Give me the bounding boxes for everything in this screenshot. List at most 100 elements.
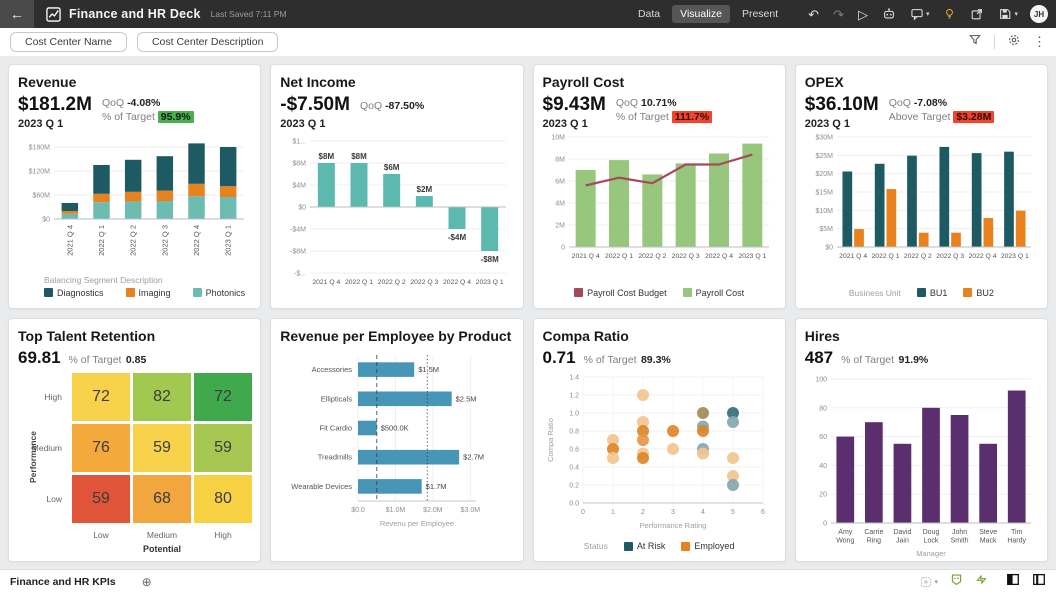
layout-left-icon bbox=[1007, 573, 1019, 586]
heatmap-grid: 72 82 72 76 59 59 59 68 80 High Medium Low Low Medium… bbox=[18, 371, 252, 557]
heatmap-cell[interactable]: 59 bbox=[72, 474, 130, 523]
robot-icon bbox=[884, 8, 894, 19]
comment-button[interactable]: ▾ bbox=[910, 7, 929, 21]
svg-text:$25M: $25M bbox=[815, 153, 833, 160]
qoq-value: -87.50% bbox=[385, 100, 425, 112]
run-button[interactable]: ▷ bbox=[858, 8, 868, 21]
filter-button[interactable] bbox=[968, 33, 982, 52]
filter-cost-center-name[interactable]: Cost Center Name bbox=[10, 32, 127, 52]
svg-text:$8M: $8M bbox=[319, 152, 335, 161]
theme-button[interactable] bbox=[950, 573, 963, 591]
grid-options-button[interactable]: ▾ bbox=[920, 576, 938, 588]
assist-button[interactable] bbox=[975, 573, 988, 591]
legend-item: Diagnostics bbox=[44, 288, 104, 298]
back-button[interactable]: ← bbox=[0, 0, 34, 28]
hires-chart[interactable]: 0 20 40 60 80 100 Amy Wong Carrie Ring David Jain Do… bbox=[805, 371, 1038, 562]
divider bbox=[994, 35, 995, 49]
heatmap-cell[interactable]: 80 bbox=[194, 474, 252, 523]
spark-icon bbox=[976, 575, 987, 584]
kpi-value: $9.43M bbox=[542, 94, 606, 115]
opex-chart[interactable]: $0 $5M $10M $15M $20M $25M $30M 2021 Q 4 2022 Q … bbox=[805, 131, 1038, 286]
svg-text:$8M: $8M bbox=[351, 152, 367, 161]
back-arrow-icon: ← bbox=[10, 6, 24, 22]
svg-text:2021 Q 4: 2021 Q 4 bbox=[65, 225, 74, 256]
tab-data[interactable]: Data bbox=[630, 5, 668, 23]
revenue-chart[interactable]: $0 $60M $120M $180M 2021 Q 4 2022 Q 1 2022 Q 2… bbox=[18, 131, 251, 273]
gear-icon bbox=[1009, 34, 1019, 45]
card-title: Top Talent Retention bbox=[18, 327, 156, 344]
card-net-income[interactable]: Net Income -$7.50M 2023 Q 1 QoQ -87.50% … bbox=[270, 64, 524, 309]
legend-swatch bbox=[125, 288, 135, 297]
heatmap-cell[interactable]: 59 bbox=[194, 423, 252, 472]
kpi-value: -$7.50M bbox=[280, 94, 350, 115]
card-title: Revenue per Employee by Product bbox=[280, 327, 512, 344]
tab-present[interactable]: Present bbox=[734, 5, 786, 23]
svg-text:0: 0 bbox=[581, 509, 585, 516]
undo-button[interactable]: ↶ bbox=[808, 8, 819, 21]
heatmap-cell[interactable]: 82 bbox=[133, 372, 191, 421]
automation-button[interactable] bbox=[882, 7, 896, 21]
settings-button[interactable] bbox=[1007, 33, 1021, 52]
heatmap-cell[interactable]: 72 bbox=[72, 372, 130, 421]
chart-legend: Balancing Segment Description Diagnostic… bbox=[18, 273, 251, 300]
heatmap-cell[interactable]: 76 bbox=[72, 423, 130, 472]
heatmap-row-label: Low bbox=[46, 493, 62, 504]
redo-button[interactable]: ↷ bbox=[833, 8, 844, 21]
svg-text:6M: 6M bbox=[555, 179, 565, 186]
panel-left-toggle[interactable] bbox=[1006, 573, 1020, 591]
layout-split-icon bbox=[1033, 573, 1045, 586]
card-revenue[interactable]: Revenue $181.2M 2023 Q 1 QoQ -4.08% % of… bbox=[8, 64, 262, 309]
svg-text:DougLock: Doug Lock bbox=[922, 529, 939, 545]
revenue-per-employee-chart[interactable]: $0.0 $1.0M $2.0M $3.0M Accessories $1.5M Ellip… bbox=[280, 349, 513, 554]
card-revenue-per-employee[interactable]: Revenue per Employee by Product $0.0 $1.0… bbox=[270, 317, 524, 562]
svg-text:2022 Q 1: 2022 Q 1 bbox=[97, 225, 106, 256]
svg-text:2022 Q 3: 2022 Q 3 bbox=[671, 253, 699, 260]
card-opex[interactable]: OPEX $36.10M 2023 Q 1 QoQ -7.08% Above T… bbox=[794, 64, 1048, 309]
net-income-chart[interactable]: $1... $8M $4M $0 -$4M -$8M -$... $8M $8M $6M $2M -$… bbox=[280, 131, 513, 300]
svg-text:$0: $0 bbox=[825, 245, 833, 252]
payroll-cost-chart[interactable]: 0 2M 4M 6M 8M 10M 2021 Q 4 2022 Q 1 2022 Q 2 2022… bbox=[543, 131, 776, 286]
retention-heatmap[interactable]: 72 82 72 76 59 59 59 68 80 High Medium Low Low Medium… bbox=[18, 371, 252, 557]
legend-item: BU1 bbox=[916, 288, 947, 298]
insights-button[interactable] bbox=[943, 7, 956, 21]
svg-text:2022 Q 3: 2022 Q 3 bbox=[411, 279, 439, 286]
svg-text:$10M: $10M bbox=[815, 208, 833, 215]
avatar[interactable]: JH bbox=[1030, 5, 1048, 23]
heatmap-cell[interactable]: 72 bbox=[194, 372, 252, 421]
tab-visualize[interactable]: Visualize bbox=[672, 5, 730, 23]
compa-ratio-chart[interactable]: 0.0 0.2 0.4 0.6 0.8 1.0 1.2 1.4 0 1 2 3 4 5 6 Performan… bbox=[543, 371, 776, 540]
last-saved-text: Last Saved 7:11 PM bbox=[210, 9, 287, 19]
panel-split-toggle[interactable] bbox=[1032, 573, 1046, 591]
card-title: Hires bbox=[804, 327, 840, 344]
page-tab-finance-hr-kpis[interactable]: Finance and HR KPIs bbox=[10, 576, 116, 588]
more-options-button[interactable]: ⋮ bbox=[1033, 34, 1046, 50]
svg-text:2022 Q 2: 2022 Q 2 bbox=[904, 253, 932, 260]
svg-text:DavidJain: David Jain bbox=[893, 529, 911, 545]
redo-icon: ↷ bbox=[833, 6, 844, 22]
svg-text:2022 Q 4: 2022 Q 4 bbox=[192, 225, 201, 256]
card-compa-ratio[interactable]: Compa Ratio 0.71 % of Target 89.3% 0.0 0.… bbox=[532, 317, 786, 562]
heatmap-cell[interactable]: 59 bbox=[133, 423, 191, 472]
heatmap-row-label: High bbox=[44, 391, 62, 402]
svg-text:0: 0 bbox=[561, 245, 565, 252]
svg-text:2021 Q 4: 2021 Q 4 bbox=[839, 253, 867, 260]
card-top-talent-retention[interactable]: Top Talent Retention 69.81 % of Target 0… bbox=[8, 317, 262, 562]
svg-text:Wearable Devices: Wearable Devices bbox=[292, 481, 353, 490]
svg-text:2022 Q 2: 2022 Q 2 bbox=[378, 279, 406, 286]
svg-text:5: 5 bbox=[731, 509, 735, 516]
svg-text:$1.5M: $1.5M bbox=[418, 365, 439, 374]
kpi-value: $36.10M bbox=[804, 94, 879, 115]
svg-text:Fit Cardio: Fit Cardio bbox=[320, 423, 353, 432]
top-bar: ← Finance and HR Deck Last Saved 7:11 PM… bbox=[0, 0, 1056, 28]
popout-button[interactable] bbox=[970, 7, 984, 21]
card-payroll-cost[interactable]: Payroll Cost $9.43M 2023 Q 1 QoQ 10.71% … bbox=[532, 64, 786, 309]
filter-cost-center-description[interactable]: Cost Center Description bbox=[136, 32, 279, 52]
svg-text:$1.7M: $1.7M bbox=[426, 481, 447, 490]
add-page-button[interactable]: ⊕ bbox=[142, 575, 152, 589]
heatmap-cell[interactable]: 68 bbox=[133, 474, 191, 523]
svg-text:2023 Q 1: 2023 Q 1 bbox=[224, 225, 233, 256]
card-hires[interactable]: Hires 487 % of Target 91.9% 0 20 40 60 80 100… bbox=[794, 317, 1048, 562]
undo-icon: ↶ bbox=[808, 6, 820, 22]
save-button[interactable]: ▾ bbox=[998, 7, 1018, 21]
svg-text:$20M: $20M bbox=[815, 171, 833, 178]
